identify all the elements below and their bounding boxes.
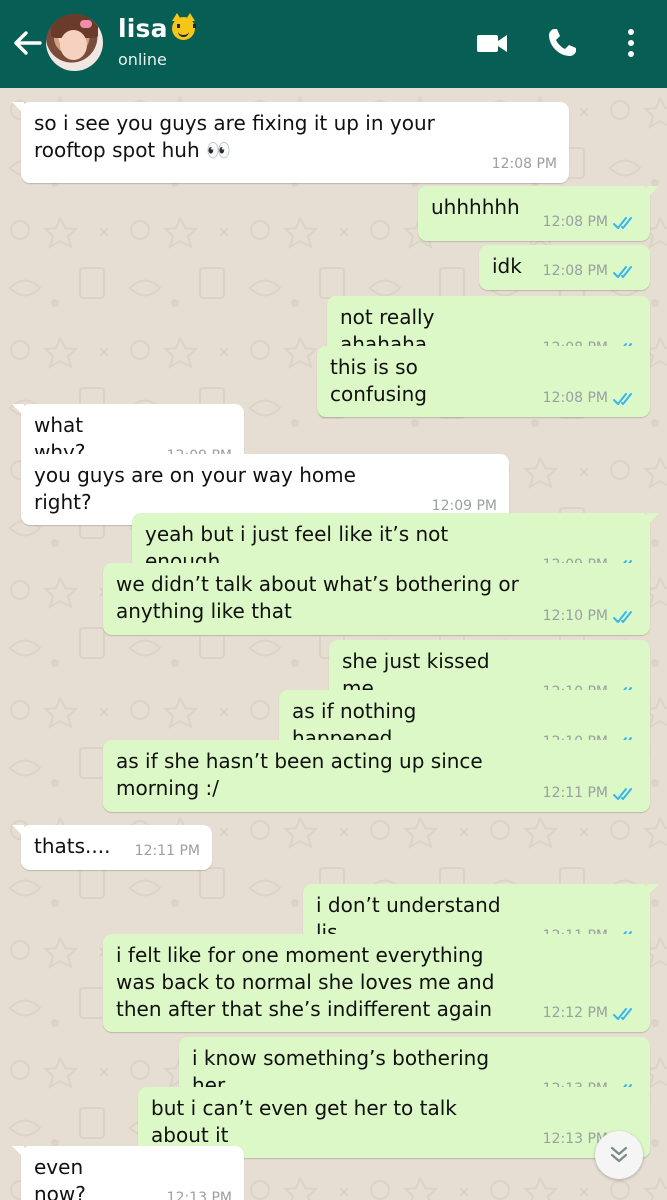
message-time: 12:08 PM [542,214,608,230]
message-text: idk [492,254,522,278]
outgoing-message[interactable]: as if she hasn’t been acting up since mo… [103,740,650,812]
double-check-read-icon [613,787,632,800]
incoming-message[interactable]: thats.... 12:11 PM [12,825,212,870]
avatar[interactable] [46,14,103,71]
message-time: 12:11 PM [542,785,608,801]
message-time: 12:08 PM [542,390,608,406]
chat-area[interactable]: so i see you guys are fixing it up in yo… [0,88,667,1200]
message-meta: 12:11 PM [543,780,638,807]
message-time: 12:13 PM [166,1190,232,1200]
message-text: i felt like for one moment everything wa… [116,943,495,1021]
message-meta: 12:13 PM [167,1185,232,1200]
contact-name[interactable]: lisa [118,13,196,43]
back-arrow-icon[interactable] [10,26,44,60]
message-text: thats.... [34,834,111,858]
message-meta: 12:08 PM [492,151,557,178]
video-call-icon[interactable] [476,27,508,59]
double-check-read-icon [613,216,632,229]
message-time: 12:10 PM [542,608,608,624]
message-meta: 12:08 PM [543,209,638,236]
message-text: even now? [34,1155,86,1200]
double-check-read-icon [613,392,632,405]
message-time: 12:11 PM [134,843,200,859]
message-meta: 12:08 PM [543,385,638,412]
outgoing-message[interactable]: idk 12:08 PM [479,245,650,290]
message-text: so i see you guys are fixing it up in yo… [34,111,435,162]
contact-name-text: lisa [118,14,168,43]
message-meta: 12:10 PM [543,603,638,630]
chat-header: lisa online [0,0,667,88]
outgoing-message[interactable]: we didn’t talk about what’s bothering or… [103,563,650,635]
chevron-down-icon [610,1146,628,1163]
more-options-icon[interactable] [620,27,642,59]
scroll-to-bottom-button[interactable] [595,1131,643,1179]
message-text: this is so confusing [330,355,427,406]
outgoing-message[interactable]: this is so confusing 12:08 PM [317,346,650,417]
double-check-read-icon [613,1007,632,1020]
message-meta: 12:12 PM [543,1000,638,1027]
phone-call-icon[interactable] [546,27,578,59]
message-meta: 12:11 PM [135,838,200,865]
message-time: 12:12 PM [542,1005,608,1021]
message-text: but i can’t even get her to talk about i… [151,1096,457,1147]
outgoing-message[interactable]: uhhhhhh 12:08 PM [418,186,659,241]
message-text: you guys are on your way home right? [34,463,356,514]
incoming-message[interactable]: even now? 12:13 PM [12,1146,244,1200]
message-text: we didn’t talk about what’s bothering or… [116,572,519,623]
incoming-message[interactable]: so i see you guys are fixing it up in yo… [12,102,569,183]
message-time: 12:08 PM [542,263,608,279]
message-text: uhhhhhh [431,195,520,219]
message-text: as if she hasn’t been acting up since mo… [116,749,483,800]
cat-face-emoji [171,13,196,40]
double-check-read-icon [613,265,632,278]
contact-status: online [118,50,167,69]
message-meta: 12:08 PM [543,258,638,285]
outgoing-message[interactable]: i felt like for one moment everything wa… [103,934,650,1032]
double-check-read-icon [613,610,632,623]
message-time: 12:08 PM [491,156,557,172]
